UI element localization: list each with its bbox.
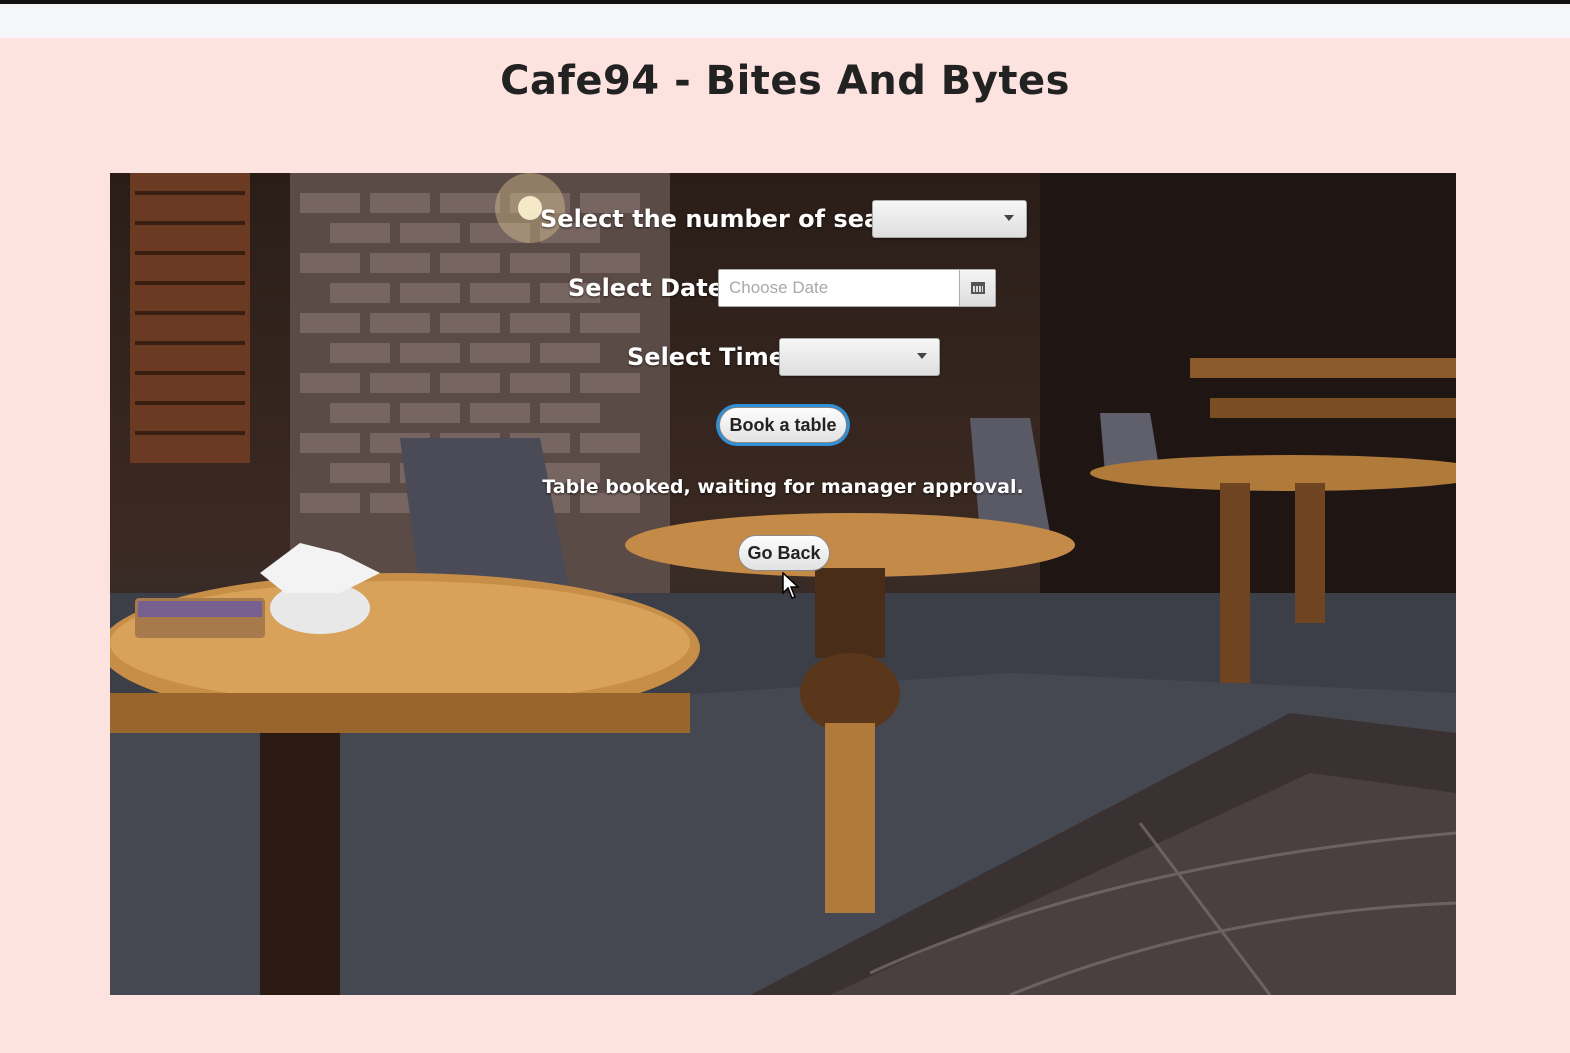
date-input[interactable] [719,270,957,306]
date-label: Select Date: [568,274,734,302]
booking-status-message: Table booked, waiting for manager approv… [542,476,1024,498]
go-back-button[interactable]: Go Back [738,535,830,571]
time-dropdown[interactable] [779,338,940,376]
time-label: Select Time: [627,343,795,371]
mouse-pointer-icon [782,572,800,599]
date-picker[interactable] [718,269,996,307]
calendar-icon [970,282,985,294]
calendar-button[interactable] [959,270,995,306]
chevron-down-icon [1004,215,1014,221]
book-table-button[interactable]: Book a table [719,407,847,443]
seats-dropdown[interactable] [872,200,1027,238]
browser-top-bar [0,0,1570,38]
seats-label: Select the number of seats: [540,205,916,233]
page-title: Cafe94 - Bites And Bytes [500,58,1070,104]
chevron-down-icon [917,353,927,359]
